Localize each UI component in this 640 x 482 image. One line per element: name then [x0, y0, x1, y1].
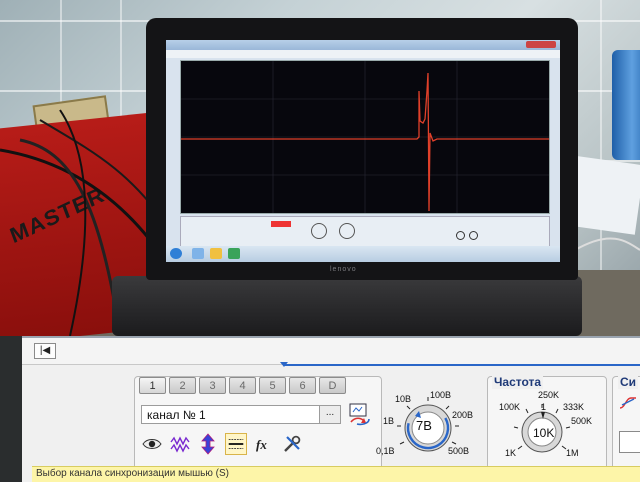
voltage-scale-label: 1В — [383, 416, 395, 426]
sync-title: Си — [618, 375, 639, 389]
channel-group: 1 2 3 4 5 6 D канал № 1 ... fx — [134, 376, 382, 474]
channel-tab-4[interactable]: 4 — [229, 377, 256, 394]
voltage-scale-label: 100В — [430, 390, 452, 400]
small-knob[interactable] — [339, 223, 355, 239]
voltage-scale-label: 10В — [395, 394, 412, 404]
frequency-title: Частота — [492, 375, 544, 389]
channel-tab-2[interactable]: 2 — [169, 377, 196, 394]
laptop-screen — [166, 40, 560, 262]
sync-group — [612, 376, 640, 474]
vertical-shift-icon[interactable] — [197, 433, 219, 455]
voltage-scale-label: 0,1В — [376, 446, 395, 456]
window-close-button[interactable] — [526, 41, 556, 48]
workshop-photo: MASTER lenovo — [0, 0, 640, 336]
indicator-circle — [456, 231, 465, 240]
channel-tab-1[interactable]: 1 — [139, 377, 166, 394]
frequency-scale-label: 1 — [541, 402, 547, 412]
tools-icon[interactable] — [281, 433, 303, 455]
eye-icon[interactable] — [141, 433, 163, 455]
frequency-scale-label: 100K — [499, 402, 521, 412]
folder-icon[interactable] — [210, 248, 222, 259]
frequency-scale-label: 500K — [571, 416, 593, 426]
taskbar-app-icon[interactable] — [192, 248, 204, 259]
voltage-value: 7В — [416, 418, 432, 433]
window-menu-bar — [166, 50, 560, 58]
channel-select-value: канал № 1 — [147, 408, 206, 422]
small-knob[interactable] — [311, 223, 327, 239]
laptop-base — [112, 276, 582, 336]
frequency-scale-label: 1M — [566, 448, 579, 458]
oscilloscope-trace — [181, 61, 549, 213]
voltage-scale-label: 200В — [452, 410, 474, 420]
frequency-scale-label: 1K — [505, 448, 517, 458]
channel-select[interactable]: канал № 1 ... — [141, 405, 341, 424]
svg-text:fx: fx — [256, 437, 267, 452]
frequency-scale-label: 250K — [538, 390, 560, 400]
channel-tab-d[interactable]: D — [319, 377, 346, 394]
channel-tab-3[interactable]: 3 — [199, 377, 226, 394]
oscilloscope-graph — [180, 60, 550, 214]
go-to-start-button[interactable]: |◀ — [34, 343, 56, 359]
fx-icon[interactable]: fx — [253, 433, 275, 455]
channel-tab-5[interactable]: 5 — [259, 377, 286, 394]
control-panel-inset: |◀ 1 2 3 4 5 6 D канал № 1 ... fx 7В 10В… — [22, 336, 640, 482]
inset-toolbar: |◀ — [22, 338, 640, 365]
channel-more-button[interactable]: ... — [319, 406, 340, 423]
sync-slope-icon[interactable] — [619, 395, 637, 411]
channel-tabs: 1 2 3 4 5 6 D — [139, 377, 379, 395]
channel-sync-icon[interactable] — [347, 403, 373, 427]
taskbar-app-icon[interactable] — [228, 248, 240, 259]
start-icon[interactable] — [170, 248, 182, 259]
channel-tab-6[interactable]: 6 — [289, 377, 316, 394]
window-titlebar — [166, 40, 560, 50]
record-indicator[interactable] — [271, 221, 291, 227]
position-track — [284, 364, 640, 366]
frequency-scale-label: 333K — [563, 402, 585, 412]
status-text: Выбор канала синхронизации мышью (S) — [36, 468, 229, 479]
dash-lines-icon[interactable] — [225, 433, 247, 455]
taskbar — [166, 246, 560, 262]
indicator-circle — [469, 231, 478, 240]
sync-field[interactable] — [619, 431, 640, 453]
voltage-scale-label: 500В — [448, 446, 470, 456]
scope-toolbar — [180, 216, 550, 248]
laptop-brand: lenovo — [330, 266, 357, 273]
frequency-value: 10K — [533, 426, 555, 440]
waveform-icon[interactable] — [169, 433, 191, 455]
